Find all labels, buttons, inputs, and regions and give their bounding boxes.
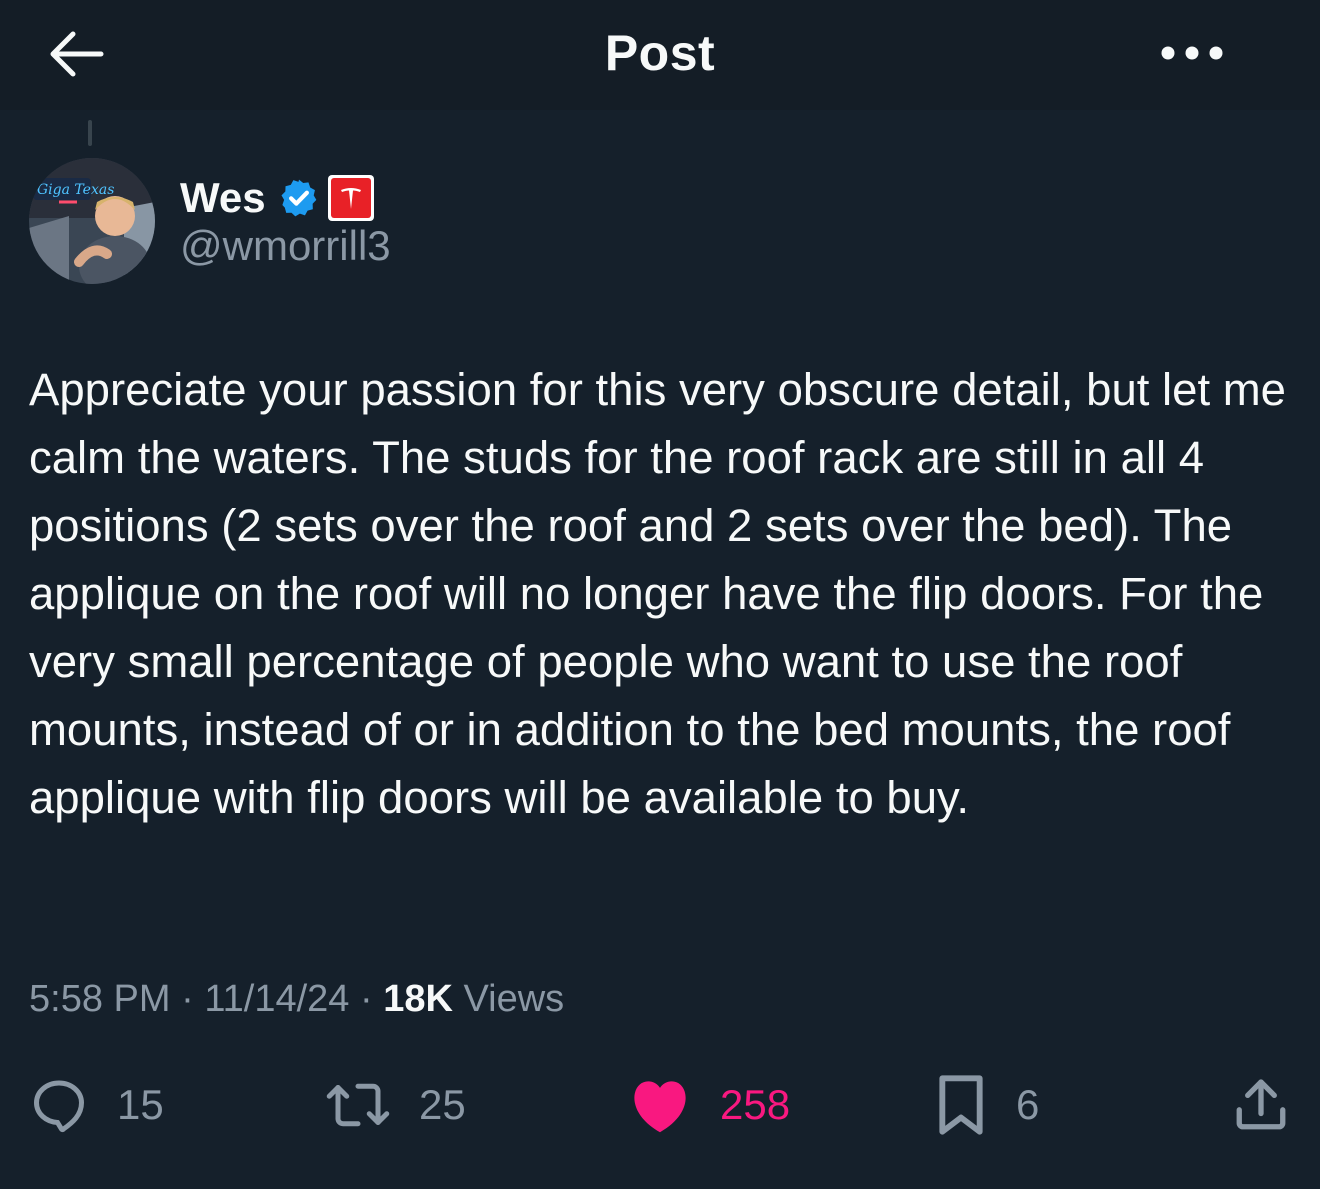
like-count: 258 [720,1081,791,1128]
reply-count: 15 [117,1081,164,1128]
heart-filled-icon [634,1081,686,1133]
meta-separator: · [181,978,194,1020]
tesla-logo-icon [330,178,371,218]
avatar-sign-text: Giga Texas [37,182,114,198]
more-horizontal-icon [1161,46,1223,60]
more-options-button[interactable] [1150,30,1234,76]
share-button[interactable] [1232,1070,1290,1140]
bookmark-count: 6 [1016,1081,1040,1128]
repost-button[interactable]: 25 [325,1070,466,1140]
post-date[interactable]: 11/14/24 [204,978,349,1020]
post-metadata: 5:58 PM · 11/14/24 · 18K Views [29,978,564,1021]
avatar[interactable]: Giga Texas [29,158,155,284]
reply-icon [33,1080,85,1133]
meta-separator: · [359,978,373,1020]
tweet-text: Appreciate your passion for this very ob… [29,364,1286,823]
page-title: Post [604,25,716,81]
repost-count: 25 [419,1081,466,1128]
top-app-bar: Post [0,0,1320,110]
avatar-photo: Giga Texas [29,158,155,284]
author-handle[interactable]: @wmorrill3 [180,222,391,270]
author-name-row: Wes [180,170,374,226]
views-count[interactable]: 18K [383,978,453,1020]
display-name[interactable]: Wes [180,174,266,222]
reply-button[interactable]: 15 [29,1070,164,1140]
bookmark-button[interactable]: 6 [934,1070,1039,1140]
post-time[interactable]: 5:58 PM [29,978,171,1020]
verified-badge-icon[interactable] [278,177,320,219]
share-icon [1236,1079,1286,1130]
views-label[interactable]: Views [463,978,564,1020]
repost-icon [326,1083,390,1127]
tesla-affiliate-icon[interactable] [327,175,374,221]
thread-connector-line [88,120,92,146]
bookmark-icon [939,1075,983,1135]
action-bar: 15 25 258 6 [0,1070,1320,1140]
like-button[interactable]: 258 [628,1070,790,1140]
